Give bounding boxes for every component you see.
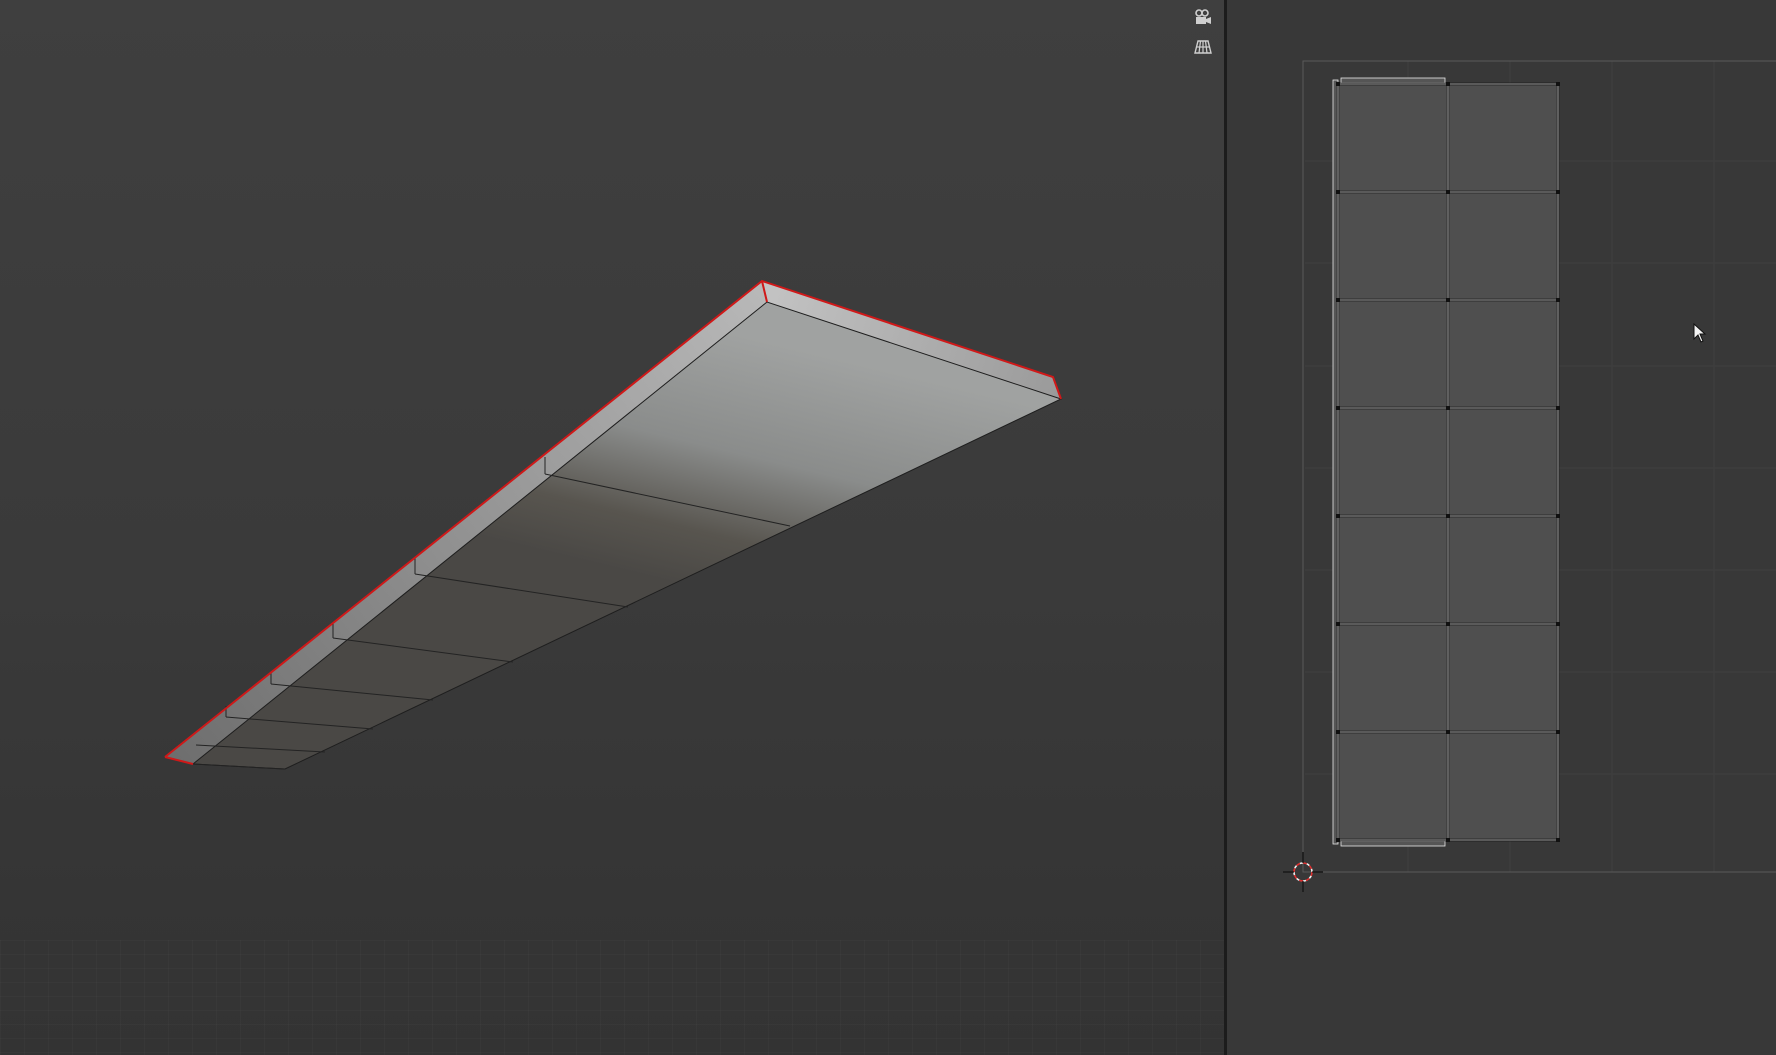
uv-vertex <box>1336 730 1340 734</box>
uv-vertex <box>1556 622 1560 626</box>
uv-canvas[interactable] <box>1227 0 1776 1055</box>
uv-vertex <box>1336 190 1340 194</box>
uv-vertex <box>1556 730 1560 734</box>
uv-vertex <box>1446 406 1450 410</box>
uv-editor[interactable] <box>1227 0 1776 1055</box>
camera-view-icon[interactable] <box>1191 5 1215 29</box>
uv-vertex <box>1446 838 1450 842</box>
uv-vertex <box>1556 298 1560 302</box>
uv-vertex <box>1556 82 1560 86</box>
uv-vertex <box>1336 298 1340 302</box>
uv-vertex <box>1556 514 1560 518</box>
uv-vertex <box>1446 190 1450 194</box>
mesh-top-face <box>191 301 1063 770</box>
mouse-pointer-icon <box>1693 322 1707 343</box>
uv-vertex <box>1336 838 1340 842</box>
uv-vertex <box>1446 622 1450 626</box>
mesh-object[interactable] <box>0 0 1224 1055</box>
uv-edge-strip <box>1340 77 1446 84</box>
uv-vertex <box>1336 406 1340 410</box>
uv-vertex <box>1336 514 1340 518</box>
uv-vertex <box>1556 838 1560 842</box>
uv-vertex <box>1336 82 1340 86</box>
uv-vertex <box>1556 406 1560 410</box>
uv-edge-strip <box>1340 840 1446 847</box>
uv-vertex <box>1446 514 1450 518</box>
uv-vertex <box>1446 298 1450 302</box>
3d-viewport[interactable] <box>0 0 1224 1055</box>
perspective-grid-icon[interactable] <box>1191 35 1215 59</box>
uv-island <box>1332 77 1560 847</box>
uv-vertex <box>1446 730 1450 734</box>
uv-vertex <box>1336 622 1340 626</box>
uv-vertex <box>1556 190 1560 194</box>
uv-vertex <box>1446 82 1450 86</box>
